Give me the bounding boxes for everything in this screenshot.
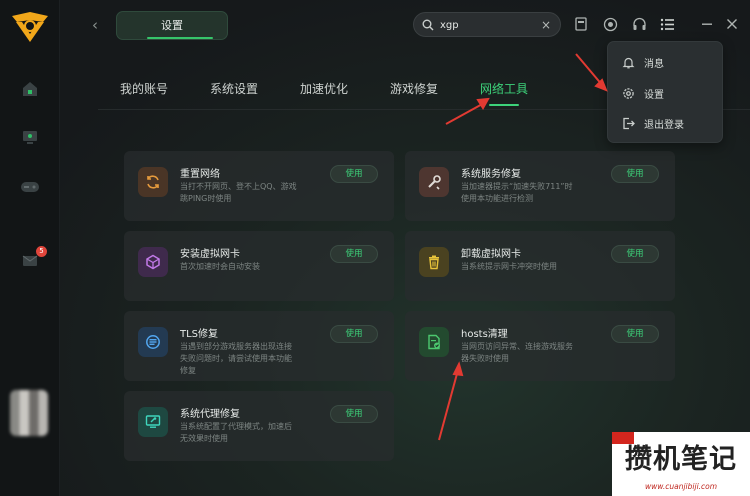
card-description: 当系统提示网卡冲突时使用 — [461, 262, 557, 271]
menu-item-logout[interactable]: 退出登录 — [622, 112, 684, 134]
app-window: 5 ‹ 设置 × 我的账号 系统设置 加速优化 游戏修复 网络工具 重置网络 当… — [0, 0, 750, 496]
user-dropdown-menu: 消息 设置 退出登录 — [607, 41, 723, 143]
card-system-service-repair: 系统服务修复 当加速器提示“加速失败711”时使用本功能进行检测 使用 — [405, 151, 675, 221]
use-button[interactable]: 使用 — [611, 325, 659, 343]
file-check-icon — [419, 327, 449, 357]
wrench-icon — [419, 167, 449, 197]
menu-list-icon[interactable] — [657, 14, 677, 34]
tab-system-settings[interactable]: 系统设置 — [210, 80, 258, 100]
card-title: hosts清理 — [461, 329, 508, 340]
minimize-icon[interactable] — [697, 14, 717, 34]
trash-icon — [419, 247, 449, 277]
card-tls-repair: TLS修复 当遇到部分游戏服务器出现连接失败问题时，请尝试使用本功能修复 使用 — [124, 311, 394, 381]
watermark-logo: 攒机笔记 www.cuanjibiji.com — [612, 432, 750, 496]
notification-badge: 5 — [36, 246, 47, 257]
card-description: 首次加速时会自动安装 — [180, 262, 260, 271]
active-tab-indicator — [489, 104, 519, 106]
card-title: 重置网络 — [180, 169, 220, 180]
menu-item-settings[interactable]: 设置 — [622, 82, 664, 104]
back-chevron-icon[interactable]: ‹ — [92, 16, 106, 34]
watermark-url: www.cuanjibiji.com — [644, 482, 718, 491]
watermark-logo-text: 攒机笔记 — [625, 443, 737, 475]
card-install-virtual-nic: 安装虚拟网卡 首次加速时会自动安装 使用 — [124, 231, 394, 301]
card-description: 当打不开网页、登不上QQ、游戏跳PING时使用 — [180, 182, 297, 203]
sidebar-monitor-icon[interactable] — [18, 126, 42, 148]
use-button[interactable]: 使用 — [330, 165, 378, 183]
clear-search-icon[interactable]: × — [541, 17, 551, 33]
avatar[interactable] — [10, 390, 48, 436]
tab-acceleration[interactable]: 加速优化 — [300, 80, 348, 100]
card-reset-network: 重置网络 当打不开网页、登不上QQ、游戏跳PING时使用 使用 — [124, 151, 394, 221]
card-title: 系统服务修复 — [461, 169, 521, 180]
tab-my-account[interactable]: 我的账号 — [120, 80, 168, 100]
sidebar-home-icon[interactable] — [18, 78, 42, 100]
use-button[interactable]: 使用 — [330, 325, 378, 343]
tab-network-tools[interactable]: 网络工具 — [480, 80, 528, 100]
card-title: 系统代理修复 — [180, 409, 240, 420]
bell-icon — [622, 57, 635, 68]
app-logo-icon — [12, 12, 48, 42]
card-description: 当系统配置了代理模式，加速后无效果时使用 — [180, 422, 292, 443]
card-title: TLS修复 — [180, 329, 219, 340]
page-tab-settings[interactable]: 设置 — [116, 11, 228, 40]
sidebar: 5 — [0, 0, 60, 496]
cube-icon — [138, 247, 168, 277]
card-system-proxy-repair: 系统代理修复 当系统配置了代理模式，加速后无效果时使用 使用 — [124, 391, 394, 461]
card-uninstall-virtual-nic: 卸载虚拟网卡 当系统提示网卡冲突时使用 使用 — [405, 231, 675, 301]
search-icon — [422, 19, 434, 31]
use-button[interactable]: 使用 — [611, 165, 659, 183]
screen-mode-icon[interactable] — [571, 14, 591, 34]
menu-item-messages[interactable]: 消息 — [622, 51, 664, 73]
use-button[interactable]: 使用 — [330, 405, 378, 423]
menu-item-label: 设置 — [644, 89, 664, 101]
menu-item-label: 消息 — [644, 58, 664, 70]
tls-icon — [138, 327, 168, 357]
sidebar-gamepad-icon[interactable] — [18, 176, 42, 198]
logout-icon — [623, 117, 635, 129]
monitor-repair-icon — [138, 407, 168, 437]
menu-item-label: 退出登录 — [644, 119, 684, 131]
search-box[interactable]: × — [413, 12, 561, 37]
refresh-icon — [138, 167, 168, 197]
card-description: 当加速器提示“加速失败711”时使用本功能进行检测 — [461, 182, 573, 203]
headset-icon[interactable] — [629, 14, 649, 34]
close-icon[interactable] — [722, 14, 742, 34]
card-title: 安装虚拟网卡 — [180, 249, 240, 260]
card-title: 卸载虚拟网卡 — [461, 249, 521, 260]
gear-icon — [623, 87, 634, 99]
use-button[interactable]: 使用 — [330, 245, 378, 263]
card-description: 当网页访问异常、连接游戏服务器失败时使用 — [461, 342, 573, 363]
use-button[interactable]: 使用 — [611, 245, 659, 263]
card-description: 当遇到部分游戏服务器出现连接失败问题时，请尝试使用本功能修复 — [180, 342, 292, 375]
card-hosts-cleanup: hosts清理 当网页访问异常、连接游戏服务器失败时使用 使用 — [405, 311, 675, 381]
tab-game-repair[interactable]: 游戏修复 — [390, 80, 438, 100]
record-icon[interactable] — [600, 14, 620, 34]
search-input[interactable] — [440, 17, 536, 33]
